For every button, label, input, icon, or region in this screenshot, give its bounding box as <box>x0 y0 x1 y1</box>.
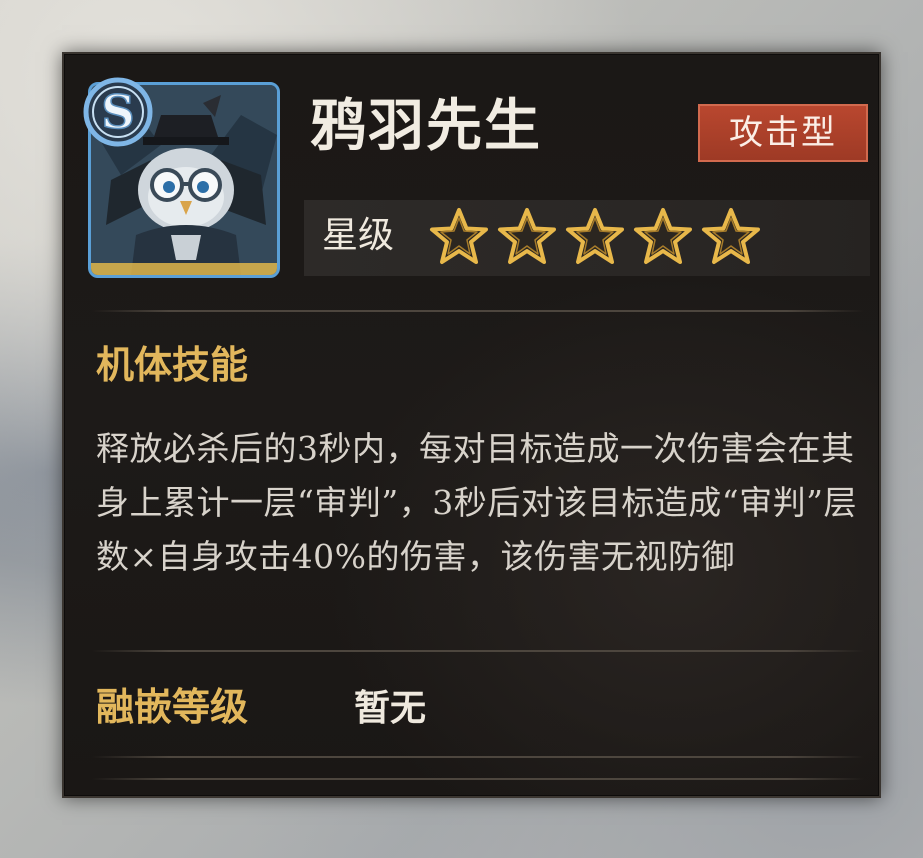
star-icon <box>428 206 490 268</box>
star-rating-label: 星级 <box>322 215 395 256</box>
skill-section-title: 机体技能 <box>96 342 249 387</box>
type-badge: 攻击型 <box>698 104 868 162</box>
divider <box>92 756 864 758</box>
star-icon <box>700 206 762 268</box>
star-icon <box>632 206 694 268</box>
character-detail-panel: S 鸦羽先生 攻击型 星级 机体技能 释放必杀后的3秒内，每对目标造成一次伤害会… <box>62 52 881 798</box>
star-icon <box>496 206 558 268</box>
rank-s-badge: S <box>80 74 156 150</box>
divider <box>92 778 864 780</box>
rank-letter: S <box>101 85 134 139</box>
character-name: 鸦羽先生 <box>310 93 542 159</box>
skill-description: 释放必杀后的3秒内，每对目标造成一次伤害会在其身上累计一层“审判”，3秒后对该目… <box>96 429 857 576</box>
star-rating <box>428 206 762 270</box>
star-icon <box>564 206 626 268</box>
fusion-level-value: 暂无 <box>354 687 427 729</box>
fusion-level-label: 融嵌等级 <box>96 684 249 729</box>
divider <box>92 650 864 652</box>
rank-s-icon: S <box>83 77 153 147</box>
divider <box>92 310 864 312</box>
star-rating-row: 星级 <box>304 200 870 276</box>
